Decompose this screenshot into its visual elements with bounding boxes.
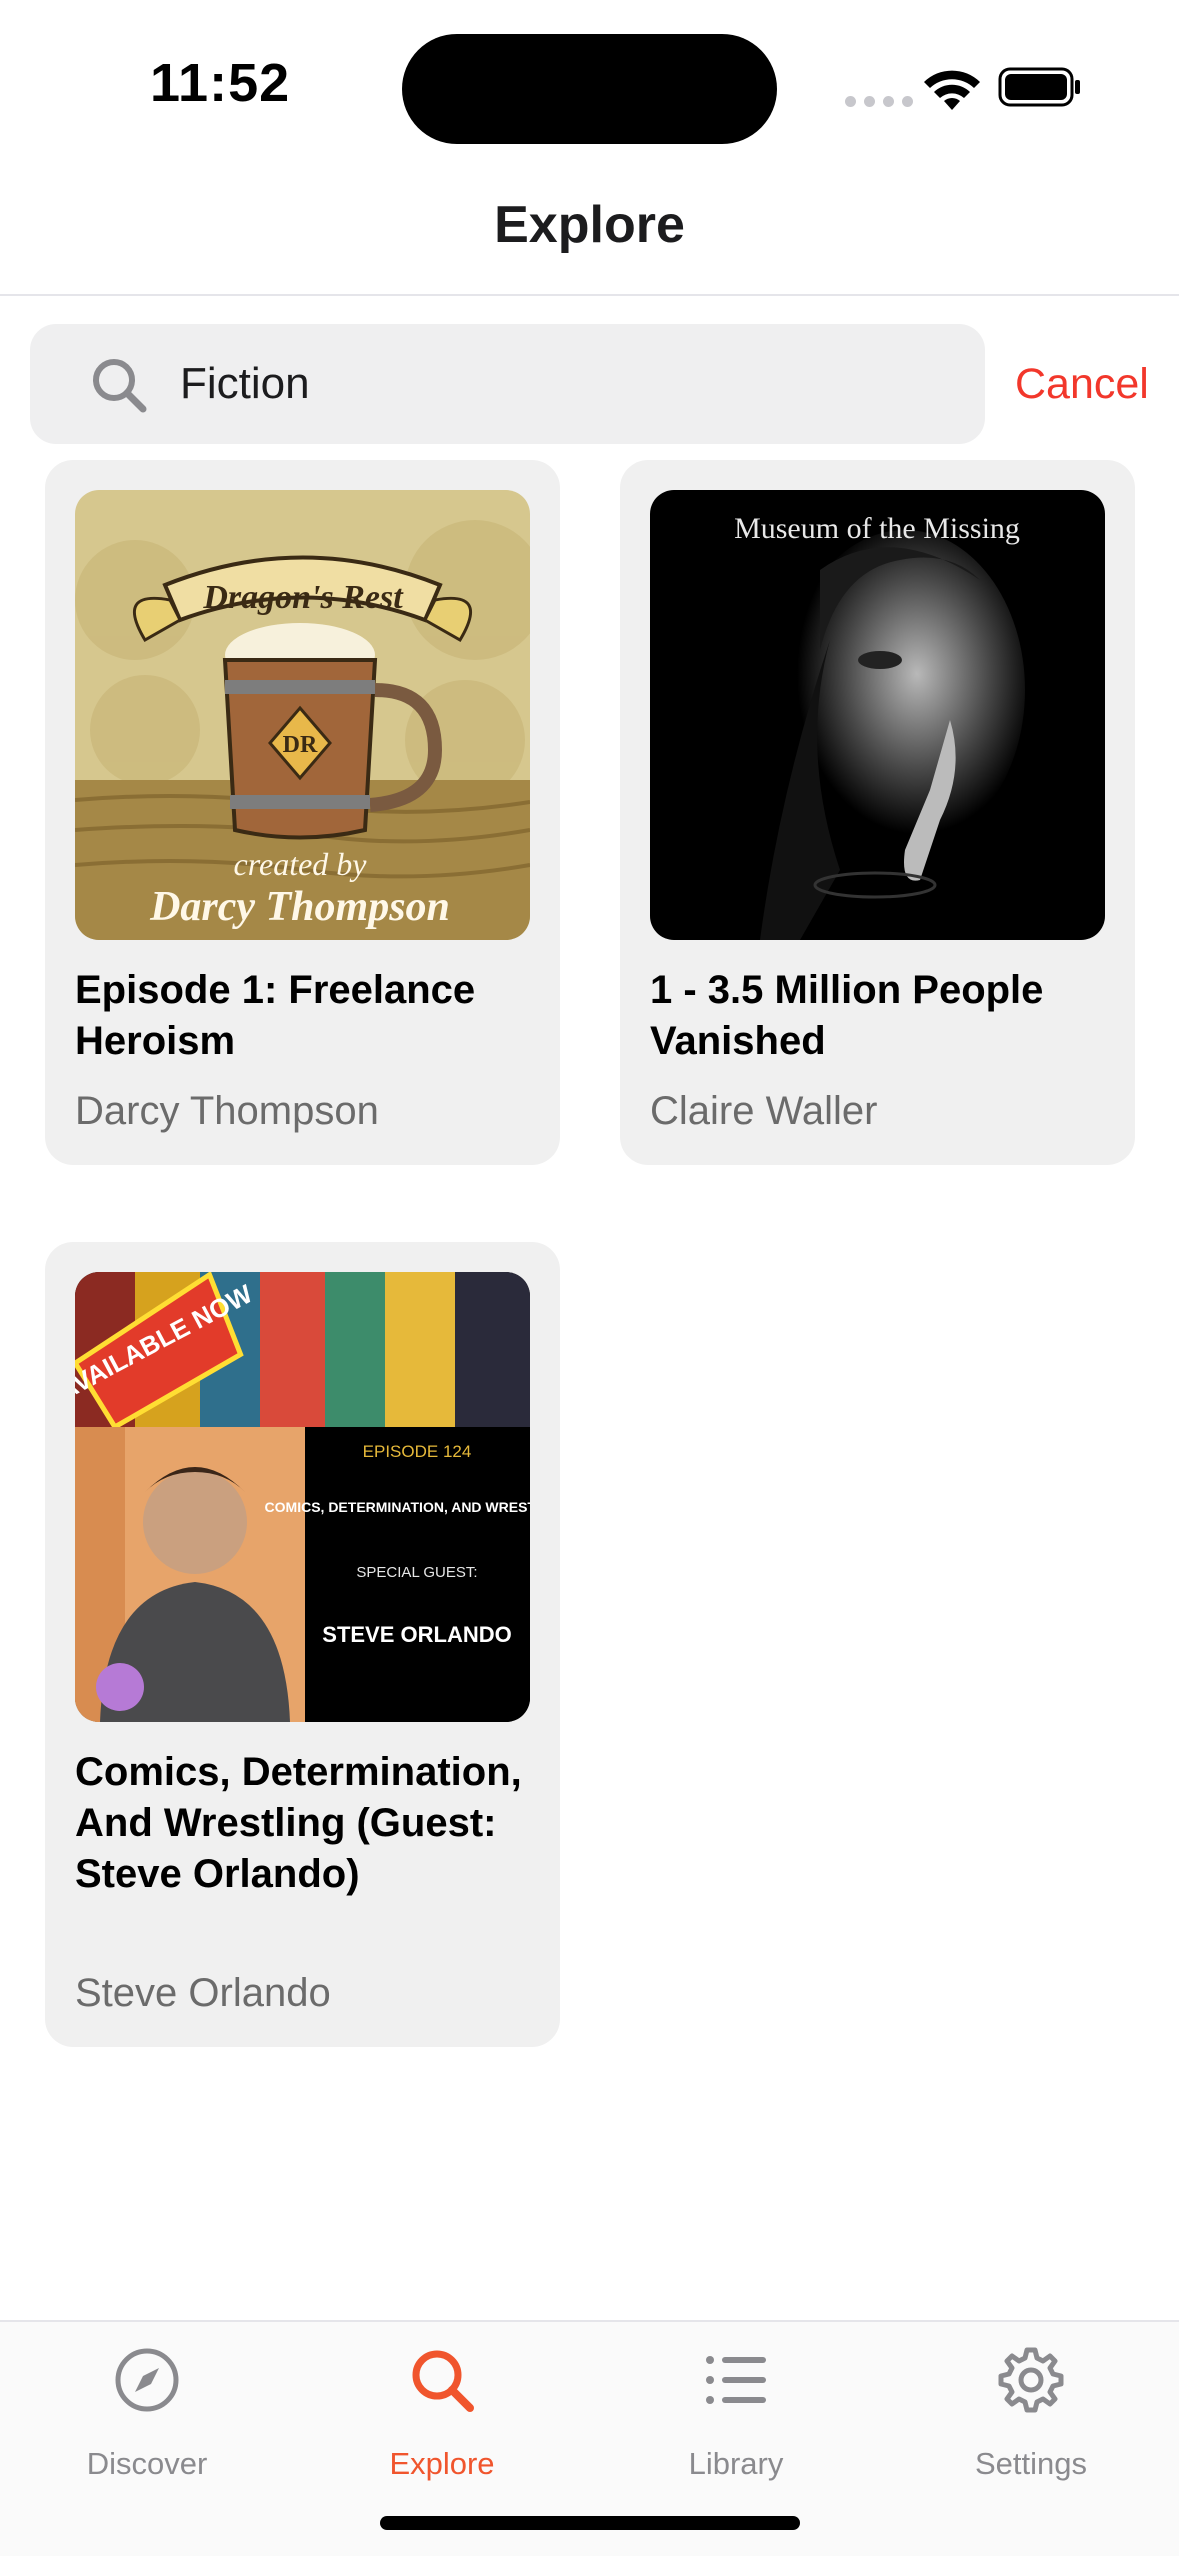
tab-label: Discover	[86, 2446, 208, 2481]
tab-explore[interactable]: Explore	[322, 2322, 562, 2482]
artwork-creator: Darcy Thompson	[149, 884, 450, 930]
status-time: 11:52	[150, 53, 291, 113]
tab-library[interactable]: Library	[616, 2322, 856, 2482]
result-card[interactable]: Dragon's Rest DR created by Darcy Thomps…	[45, 460, 560, 1165]
nav-divider	[0, 294, 1179, 296]
artwork-badge: DR	[283, 732, 318, 758]
artwork-episode: EPISODE 124	[363, 1442, 472, 1461]
search-icon	[412, 2350, 474, 2412]
result-card[interactable]: Museum of the Missing 1 - 3.5 Million Pe…	[620, 460, 1135, 1165]
artwork-banner-text: Dragon's Rest	[202, 579, 404, 616]
search-icon	[93, 359, 147, 413]
episode-artwork: AVAILABLE NOW EPISODE 124 COMICS, DETERM…	[75, 1272, 530, 1722]
page-title: Explore	[494, 196, 685, 254]
episode-title: Comics, Determination, And Wrestling (Gu…	[75, 1750, 522, 1896]
tab-settings[interactable]: Settings	[911, 2322, 1151, 2482]
episode-author: Steve Orlando	[75, 1971, 331, 2015]
episode-title: 1 - 3.5 Million People Vanished	[650, 968, 1044, 1063]
artwork-heading: Museum of the Missing	[734, 512, 1020, 545]
result-card[interactable]: AVAILABLE NOW EPISODE 124 COMICS, DETERM…	[45, 1242, 560, 2047]
artwork-guest-name: STEVE ORLANDO	[322, 1622, 511, 1647]
artwork-guest-label: SPECIAL GUEST:	[356, 1564, 477, 1581]
episode-author: Darcy Thompson	[75, 1089, 379, 1133]
artwork-created-by: created by	[234, 846, 368, 882]
artwork-topic: COMICS, DETERMINATION, AND WRESTLING	[265, 1499, 530, 1515]
episode-artwork: Dragon's Rest DR created by Darcy Thomps…	[75, 490, 530, 940]
episode-author: Claire Waller	[650, 1089, 878, 1133]
tab-label: Settings	[974, 2446, 1087, 2481]
compass-icon	[115, 2348, 179, 2412]
tab-label: Explore	[389, 2446, 495, 2481]
home-indicator	[380, 2516, 800, 2530]
episode-artwork: Museum of the Missing	[650, 490, 1105, 940]
gear-icon	[998, 2347, 1064, 2413]
battery-icon	[998, 67, 1080, 107]
search-query[interactable]: Fiction	[180, 356, 310, 412]
wifi-icon	[924, 70, 980, 110]
cellular-signal-icon	[845, 96, 913, 107]
search-input[interactable]: Fiction	[30, 324, 985, 444]
tab-label: Library	[688, 2446, 784, 2481]
status-bar: 11:52	[0, 0, 1179, 170]
tab-discover[interactable]: Discover	[27, 2322, 267, 2482]
cancel-button[interactable]: Cancel	[1015, 356, 1149, 412]
episode-title: Episode 1: Freelance Heroism	[75, 968, 476, 1063]
list-icon	[706, 2356, 766, 2404]
dynamic-island	[402, 34, 777, 144]
